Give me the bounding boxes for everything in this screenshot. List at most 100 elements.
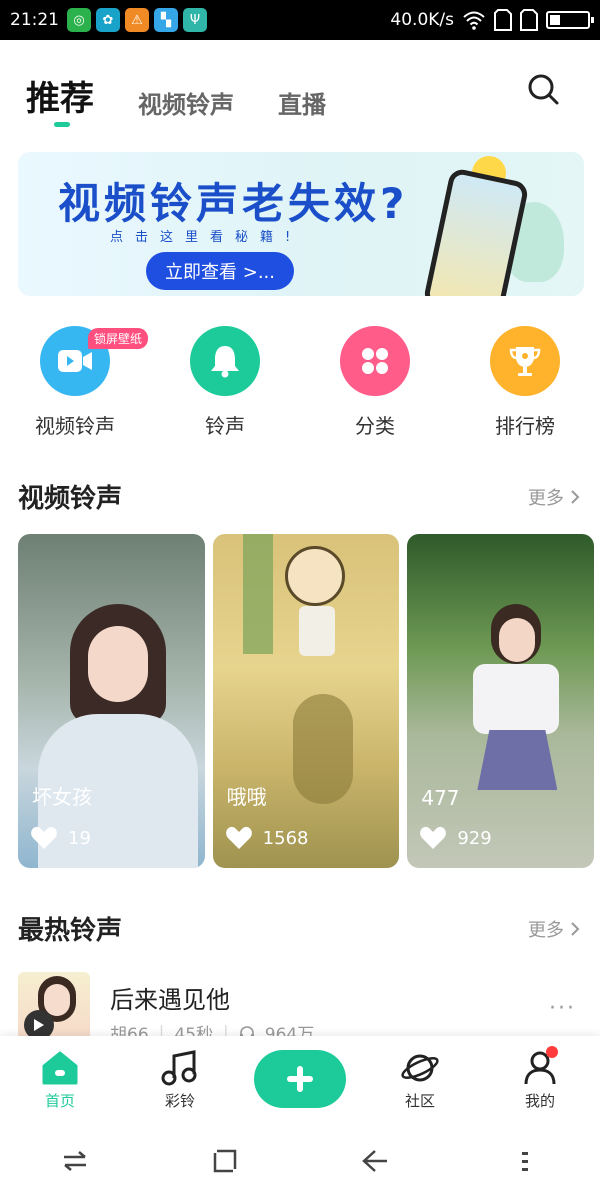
- entry-label: 分类: [355, 414, 395, 438]
- card-title: 477: [421, 786, 460, 810]
- banner-title: 视频铃声老失效?: [58, 179, 409, 228]
- entry-label: 铃声: [205, 414, 245, 438]
- trophy-icon: [490, 326, 560, 396]
- back-system-button[interactable]: [355, 1141, 395, 1181]
- warning-icon: ⚠: [125, 8, 149, 32]
- heart-icon: [225, 826, 252, 849]
- entry-ringtone[interactable]: 铃声: [150, 326, 300, 439]
- card-thumbnail-shirt: [473, 664, 560, 734]
- app-icon-teal: ✿: [96, 8, 120, 32]
- app-icon-green: ◎: [67, 8, 91, 32]
- heart-icon: [31, 826, 57, 849]
- usb-icon: Ψ: [183, 8, 207, 32]
- card-thumbnail-face: [88, 626, 148, 702]
- home-system-button[interactable]: [205, 1141, 245, 1181]
- card-title: 坏女孩: [32, 785, 92, 809]
- bell-icon: [190, 326, 260, 396]
- plus-icon: [287, 1066, 313, 1092]
- like-count: 19: [68, 827, 91, 849]
- more-options-icon[interactable]: ···: [549, 996, 576, 1021]
- system-nav-bar: [0, 1122, 600, 1200]
- song-title: 后来遇见他: [110, 986, 230, 1014]
- entry-video-ringtone[interactable]: 锁屏壁纸 视频铃声: [0, 326, 150, 439]
- music-note-icon: [161, 1050, 197, 1086]
- bottom-nav: 首页 彩铃 社区 我的: [0, 1036, 600, 1122]
- menu-system-button[interactable]: [505, 1141, 545, 1181]
- square-icon: [213, 1149, 237, 1173]
- tab-live[interactable]: 直播: [278, 85, 326, 120]
- section-title: 视频铃声: [18, 484, 123, 514]
- nav-label: 我的: [524, 1092, 555, 1110]
- video-cards: 坏女孩 19 哦哦 1568 477 929: [18, 534, 595, 868]
- search-button[interactable]: [526, 72, 560, 106]
- battery-charging-icon: [546, 11, 594, 29]
- status-bar: 21:21 ◎ ✿ ⚠ ▚ Ψ 40.0K/s: [0, 0, 600, 40]
- swap-icon: [64, 1151, 86, 1171]
- banner-phone-illustration: [422, 167, 530, 296]
- menu-icon: [522, 1152, 528, 1171]
- card-likes: 1568: [225, 826, 309, 850]
- chevron-right-icon: [571, 489, 580, 504]
- entry-category[interactable]: 分类: [300, 326, 450, 439]
- video-card[interactable]: 477 929: [407, 534, 595, 868]
- active-tab-indicator: [54, 122, 70, 127]
- top-tabs: 推荐 视频铃声 直播: [26, 60, 574, 120]
- more-label: 更多: [528, 919, 564, 941]
- notification-dot: [546, 1046, 558, 1058]
- play-icon: [34, 1019, 44, 1031]
- card-thumbnail-shadow: [292, 694, 353, 804]
- nav-community[interactable]: 社区: [360, 1036, 480, 1122]
- entry-ranking[interactable]: 排行榜: [450, 326, 600, 439]
- wifi-icon: [463, 11, 485, 30]
- card-likes: 929: [419, 826, 492, 850]
- card-title: 哦哦: [226, 785, 267, 809]
- entry-label: 视频铃声: [35, 414, 115, 438]
- nav-label: 彩铃: [164, 1092, 195, 1110]
- nav-caller-ringtone[interactable]: 彩铃: [120, 1036, 240, 1122]
- card-thumbnail-skirt: [477, 730, 558, 790]
- nav-create[interactable]: [240, 1036, 360, 1122]
- create-button[interactable]: [254, 1050, 346, 1108]
- like-count: 1568: [262, 827, 309, 849]
- more-label: 更多: [528, 487, 564, 509]
- no-sim-icon: [494, 9, 512, 31]
- grid-icon: [340, 326, 410, 396]
- nav-home[interactable]: 首页: [0, 1036, 120, 1122]
- video-card[interactable]: 哦哦 1568: [212, 534, 400, 868]
- promo-banner[interactable]: 视频铃声老失效? 点击这里看秘籍! 立即查看 >...: [18, 152, 584, 296]
- card-thumbnail-body: [298, 606, 335, 656]
- video-section-header: 视频铃声 更多: [18, 478, 580, 515]
- card-thumbnail-face: [499, 618, 536, 662]
- hot-more-link[interactable]: 更多: [528, 916, 580, 942]
- network-speed: 40.0K/s: [390, 10, 454, 30]
- hot-section-header: 最热铃声 更多: [18, 910, 580, 947]
- tab-recommend[interactable]: 推荐: [26, 71, 94, 120]
- section-title: 最热铃声: [18, 916, 123, 946]
- lockscreen-badge: 锁屏壁纸: [88, 328, 149, 349]
- tab-video-ringtone[interactable]: 视频铃声: [138, 85, 234, 120]
- card-thumbnail-head: [284, 546, 345, 606]
- list-item[interactable]: 后来遇见他 胡66 | 45秒 | 964万 ···: [18, 972, 582, 1045]
- planet-icon: [401, 1054, 439, 1082]
- heart-icon: [420, 826, 447, 849]
- quick-entries: 锁屏壁纸 视频铃声 铃声 分类 排行榜: [0, 326, 600, 439]
- song-thumbnail: [18, 972, 90, 1042]
- video-more-link[interactable]: 更多: [528, 484, 580, 510]
- switch-apps-button[interactable]: [55, 1141, 95, 1181]
- app-icon-blue: ▚: [154, 8, 178, 32]
- nav-label: 社区: [404, 1092, 435, 1110]
- video-card[interactable]: 坏女孩 19: [18, 534, 205, 868]
- entry-label: 排行榜: [495, 414, 555, 438]
- nav-label: 首页: [44, 1092, 75, 1110]
- like-count: 929: [457, 827, 492, 849]
- nav-profile[interactable]: 我的: [480, 1036, 600, 1122]
- banner-view-button[interactable]: 立即查看 >...: [146, 252, 294, 290]
- card-thumbnail: [242, 534, 273, 654]
- no-sim-icon: [520, 9, 538, 31]
- banner-subtitle: 点击这里看秘籍!: [110, 230, 303, 245]
- status-time: 21:21: [10, 10, 59, 30]
- home-icon: [42, 1051, 78, 1085]
- back-icon: [362, 1150, 387, 1172]
- card-likes: 19: [30, 826, 91, 850]
- search-icon: [528, 74, 559, 105]
